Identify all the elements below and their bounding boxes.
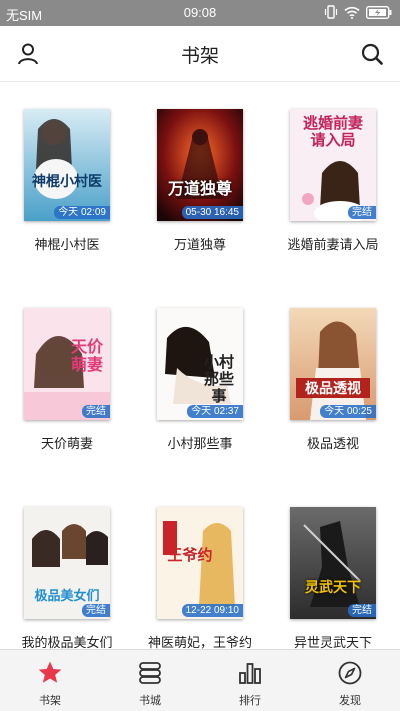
bottom-tab-bar: 书架 书城 排行 发现: [0, 649, 400, 711]
tab-label: 排行: [239, 694, 261, 707]
book-item[interactable]: 逃婚前妻请入局 完结 逃婚前妻请入局: [266, 83, 400, 273]
tab-ranking[interactable]: 排行: [200, 650, 300, 711]
vibrate-icon: [324, 5, 338, 19]
cover-title: 神棍小村医: [32, 174, 102, 190]
update-badge: 完结: [82, 405, 110, 418]
tab-label: 书城: [139, 694, 161, 707]
book-cover[interactable]: 万道独尊 05-30 16:45: [157, 109, 243, 221]
book-title: 天价萌妻: [40, 437, 93, 452]
book-cover[interactable]: 天价萌妻 完结: [24, 308, 110, 420]
book-title: 神医萌妃，王爷约: [147, 636, 252, 649]
book-title: 神棍小村医: [34, 238, 100, 253]
compass-icon: [338, 661, 362, 685]
tab-bookstore[interactable]: 书城: [100, 650, 200, 711]
book-cover[interactable]: 灵武天下 完结: [290, 507, 376, 619]
book-title: 小村那些事: [167, 437, 233, 452]
update-badge: 05-30 16:45: [181, 206, 243, 219]
book-item[interactable]: 极品透视 今天 00:25 极品透视: [266, 282, 400, 472]
wifi-icon: [344, 6, 360, 19]
book-item[interactable]: 神棍小村医 今天 02:09 神棍小村医: [0, 83, 134, 273]
book-item[interactable]: 灵武天下 完结 异世灵武天下: [266, 481, 400, 649]
status-icons: [324, 5, 392, 19]
book-item[interactable]: 小村那些事 今天 02:37 小村那些事: [133, 282, 267, 472]
book-cover[interactable]: 逃婚前妻请入局 完结: [290, 109, 376, 221]
cover-title: 灵武天下: [305, 580, 361, 596]
book-title: 万道独尊: [173, 238, 226, 253]
search-icon: [361, 43, 383, 65]
tab-discover[interactable]: 发现: [300, 650, 400, 711]
book-cover[interactable]: 极品美女们 完结: [24, 507, 110, 619]
update-badge: 完结: [348, 604, 376, 617]
cover-title: 小村那些事: [203, 353, 234, 405]
book-item[interactable]: 万道独尊 05-30 16:45 万道独尊: [133, 83, 267, 273]
bookshelf-grid: 神棍小村医 今天 02:09 神棍小村医 万道独尊 05-30 16:45 万道…: [0, 83, 400, 649]
battery-icon: [366, 5, 392, 19]
page-title: 书架: [180, 45, 219, 67]
book-cover[interactable]: 神棍小村医 今天 02:09: [24, 109, 110, 221]
update-badge: 完结: [82, 604, 110, 617]
book-title: 极品透视: [306, 437, 359, 452]
status-bar: 无SIM 09:08: [0, 0, 400, 26]
update-badge: 今天 02:09: [54, 206, 110, 219]
update-badge: 完结: [348, 206, 376, 219]
cover-title: 逃婚前妻请入局: [302, 114, 363, 149]
tab-bookshelf[interactable]: 书架: [0, 650, 100, 711]
stack-icon: [139, 662, 161, 684]
tab-label: 书架: [39, 694, 61, 707]
book-cover[interactable]: 小村那些事 今天 02:37: [157, 308, 243, 420]
book-cover[interactable]: 王爷约 12-22 09:10: [157, 507, 243, 619]
search-button[interactable]: [359, 41, 385, 67]
cover-title: 王爷约: [167, 546, 213, 564]
book-title: 逃婚前妻请入局: [287, 238, 379, 253]
book-item[interactable]: 王爷约 12-22 09:10 神医萌妃，王爷约: [133, 481, 267, 649]
book-title: 我的极品美女们: [21, 636, 113, 649]
cover-title: 天价萌妻: [70, 337, 103, 374]
star-icon: [38, 661, 62, 683]
cover-title: 万道独尊: [167, 179, 232, 198]
bar-chart-icon: [239, 663, 261, 684]
update-badge: 今天 00:25: [320, 405, 376, 418]
book-item[interactable]: 天价萌妻 完结 天价萌妻: [0, 282, 134, 472]
update-badge: 12-22 09:10: [181, 604, 243, 617]
app-header: 书架: [0, 26, 400, 82]
update-badge: 今天 02:37: [187, 405, 243, 418]
cover-title: 极品美女们: [34, 589, 100, 604]
book-item[interactable]: 极品美女们 完结 我的极品美女们: [0, 481, 134, 649]
tab-label: 发现: [339, 694, 361, 707]
book-title: 异世灵武天下: [293, 636, 372, 649]
book-cover[interactable]: 极品透视 今天 00:25: [290, 308, 376, 420]
cover-title: 极品透视: [296, 378, 370, 398]
